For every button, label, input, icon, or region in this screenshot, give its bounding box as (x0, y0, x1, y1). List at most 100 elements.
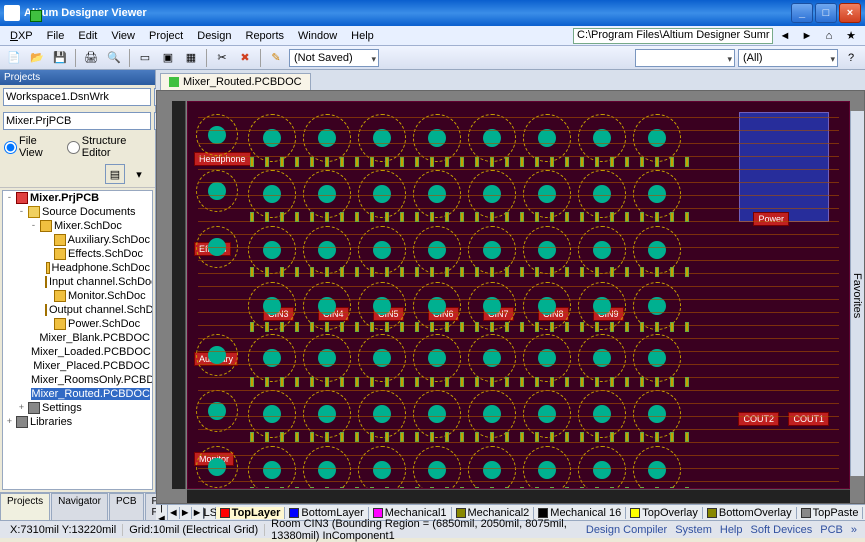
help-button[interactable]: ? (841, 48, 861, 68)
layer-nav-last[interactable]: ►| (192, 507, 204, 519)
zoom-fit-button[interactable]: ▣ (158, 48, 178, 68)
layer-bottomoverlay[interactable]: BottomOverlay (703, 507, 797, 519)
cancel-button[interactable]: ✖ (235, 48, 255, 68)
status-system[interactable]: System (671, 524, 716, 536)
layer-nav-prev[interactable]: ◄ (168, 507, 180, 519)
edit-button[interactable]: ✎ (266, 48, 286, 68)
layer-ls[interactable]: LS (204, 507, 216, 519)
status-pin-icon[interactable]: » (847, 524, 861, 536)
capacitor-footprint (633, 226, 681, 274)
capacitor-footprint (358, 226, 406, 274)
pcb-board[interactable]: Headphone Effects Auxiliary Monitor Powe… (187, 101, 850, 489)
capacitor-footprint (523, 390, 571, 438)
capacitor-footprint (248, 282, 296, 330)
workspace-input[interactable] (3, 88, 151, 106)
layer-nav-first[interactable]: |◄ (156, 504, 168, 520)
menu-project[interactable]: Project (143, 28, 189, 44)
preview-button[interactable]: 🔍 (104, 48, 124, 68)
close-button[interactable]: × (839, 3, 861, 23)
layer-topoverlay[interactable]: TopOverlay (626, 507, 703, 519)
status-help[interactable]: Help (716, 524, 747, 536)
file-view-radio[interactable]: File View (4, 135, 59, 159)
status-coords: X:7310mil Y:13220mil (4, 524, 123, 536)
recent-path-dropdown[interactable]: C:\Program Files\Altium Designer Sumr (573, 28, 773, 44)
search-dropdown[interactable] (635, 49, 735, 67)
capacitor-footprint (413, 170, 461, 218)
status-design-compiler[interactable]: Design Compiler (582, 524, 671, 536)
menu-design[interactable]: Design (191, 28, 237, 44)
filter-dropdown[interactable]: (All) (738, 49, 838, 67)
new-button[interactable]: 📄 (4, 48, 24, 68)
structure-editor-radio[interactable]: Structure Editor (67, 135, 151, 159)
window-titlebar: Altium Designer Viewer _ □ × (0, 0, 865, 26)
layer-nav-next[interactable]: ► (180, 507, 192, 519)
capacitor-footprint (523, 446, 571, 489)
capacitor-footprint (303, 226, 351, 274)
nav-home-button[interactable]: ⌂ (819, 26, 839, 46)
right-side-tabs: Favorites Clipboard Libraries (850, 111, 864, 476)
menu-window[interactable]: Window (292, 28, 343, 44)
capacitor-footprint (196, 446, 238, 488)
capacitor-footprint (248, 390, 296, 438)
capacitor-footprint (358, 334, 406, 382)
menu-help[interactable]: Help (345, 28, 380, 44)
capacitor-footprint (578, 170, 626, 218)
zoom-area-button[interactable]: ▭ (135, 48, 155, 68)
horizontal-ruler (187, 489, 850, 503)
capacitor-footprint (358, 170, 406, 218)
capacitor-footprint (578, 226, 626, 274)
menu-view[interactable]: View (105, 28, 141, 44)
minimize-button[interactable]: _ (791, 3, 813, 23)
layer-toppaste[interactable]: TopPaste (797, 507, 864, 519)
capacitor-footprint (413, 226, 461, 274)
capacitor-footprint (633, 334, 681, 382)
capacitor-footprint (303, 170, 351, 218)
main-toolbar: 📄 📂 💾 🖨 🔍 ▭ ▣ ▦ ✂ ✖ ✎ (Not Saved) (All) … (0, 46, 865, 70)
maximize-button[interactable]: □ (815, 3, 837, 23)
capacitor-footprint (523, 114, 571, 162)
print-button[interactable]: 🖨 (81, 48, 101, 68)
zoom-selected-button[interactable]: ▦ (181, 48, 201, 68)
left-panel-tabs: Projects Navigator PCB PCB Filter (0, 492, 155, 520)
capacitor-footprint (633, 282, 681, 330)
capacitor-footprint (358, 282, 406, 330)
capacitor-footprint (523, 226, 571, 274)
capacitor-footprint (196, 226, 238, 268)
nav-favorite-button[interactable]: ★ (841, 26, 861, 46)
tab-navigator[interactable]: Navigator (51, 493, 108, 520)
panel-options-button[interactable]: ▤ (105, 164, 125, 184)
projects-panel: Projects Workspace Project File View Str… (0, 70, 156, 520)
capacitor-footprint (468, 334, 516, 382)
panel-menu-button[interactable]: ▾ (129, 164, 149, 184)
tab-projects[interactable]: Projects (0, 493, 50, 520)
side-tab-favorites[interactable]: Favorites (851, 115, 863, 476)
capacitor-footprint (633, 114, 681, 162)
capacitor-footprint (248, 226, 296, 274)
save-button[interactable]: 💾 (50, 48, 70, 68)
capacitor-footprint (413, 282, 461, 330)
pcb-canvas[interactable]: Headphone Effects Auxiliary Monitor Powe… (156, 90, 865, 504)
menu-dxp[interactable]: DXP (4, 28, 39, 44)
project-tree[interactable]: -Mixer.PrjPCB -Source Documents -Mixer.S… (2, 190, 153, 490)
capacitor-footprint (413, 390, 461, 438)
status-pcb[interactable]: PCB (816, 524, 847, 536)
capacitor-footprint (303, 282, 351, 330)
nav-back-button[interactable]: ◄ (775, 26, 795, 46)
document-area: Mixer_Routed.PCBDOC Headphone Effects Au… (156, 70, 865, 520)
capacitor-footprint (578, 282, 626, 330)
status-soft-devices[interactable]: Soft Devices (747, 524, 817, 536)
menu-reports[interactable]: Reports (240, 28, 291, 44)
nav-fwd-button[interactable]: ► (797, 26, 817, 46)
capacitor-footprint (413, 334, 461, 382)
tab-pcb[interactable]: PCB (109, 493, 144, 520)
project-input[interactable] (3, 112, 151, 130)
capacitor-footprint (468, 390, 516, 438)
app-icon (4, 5, 20, 21)
menu-edit[interactable]: Edit (72, 28, 103, 44)
open-button[interactable]: 📂 (27, 48, 47, 68)
unsaved-dropdown[interactable]: (Not Saved) (289, 49, 379, 67)
cut-button[interactable]: ✂ (212, 48, 232, 68)
menu-file[interactable]: File (41, 28, 71, 44)
capacitor-footprint (633, 446, 681, 489)
document-tab[interactable]: Mixer_Routed.PCBDOC (160, 73, 311, 90)
